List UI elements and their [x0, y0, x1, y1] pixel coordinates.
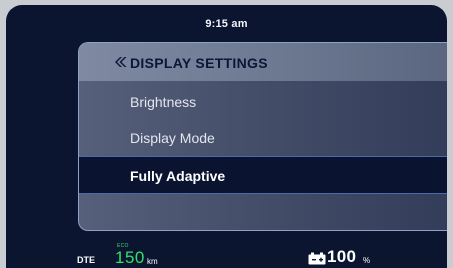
battery-icon — [308, 252, 326, 265]
menu-item-label: Display Mode — [130, 130, 215, 146]
dte-label: DTE — [77, 255, 95, 265]
page-title: DISPLAY SETTINGS — [130, 55, 268, 71]
panel-header[interactable]: DISPLAY SETTINGS — [79, 43, 447, 81]
battery-unit: % — [363, 256, 371, 265]
menu-item-fully-adaptive[interactable]: Fully Adaptive — [79, 156, 447, 194]
display-screen: 9:15 am DISPLAY SETTINGS Brightness Disp… — [6, 5, 447, 268]
status-bar: DTE ECO 150 km 100 % — [6, 243, 447, 268]
double-chevron-left-icon[interactable] — [113, 55, 127, 69]
menu-item-display-mode[interactable]: Display Mode — [79, 120, 447, 156]
range-unit: km — [147, 257, 158, 266]
clock: 9:15 am — [205, 18, 248, 30]
settings-panel: DISPLAY SETTINGS Brightness Display Mode… — [78, 42, 447, 231]
menu-item-label: Fully Adaptive — [130, 168, 226, 184]
menu-item-label: Brightness — [130, 94, 197, 110]
battery-value: 100 — [327, 247, 357, 266]
menu-item-brightness[interactable]: Brightness — [79, 84, 447, 120]
range-value: 150 — [115, 248, 145, 267]
